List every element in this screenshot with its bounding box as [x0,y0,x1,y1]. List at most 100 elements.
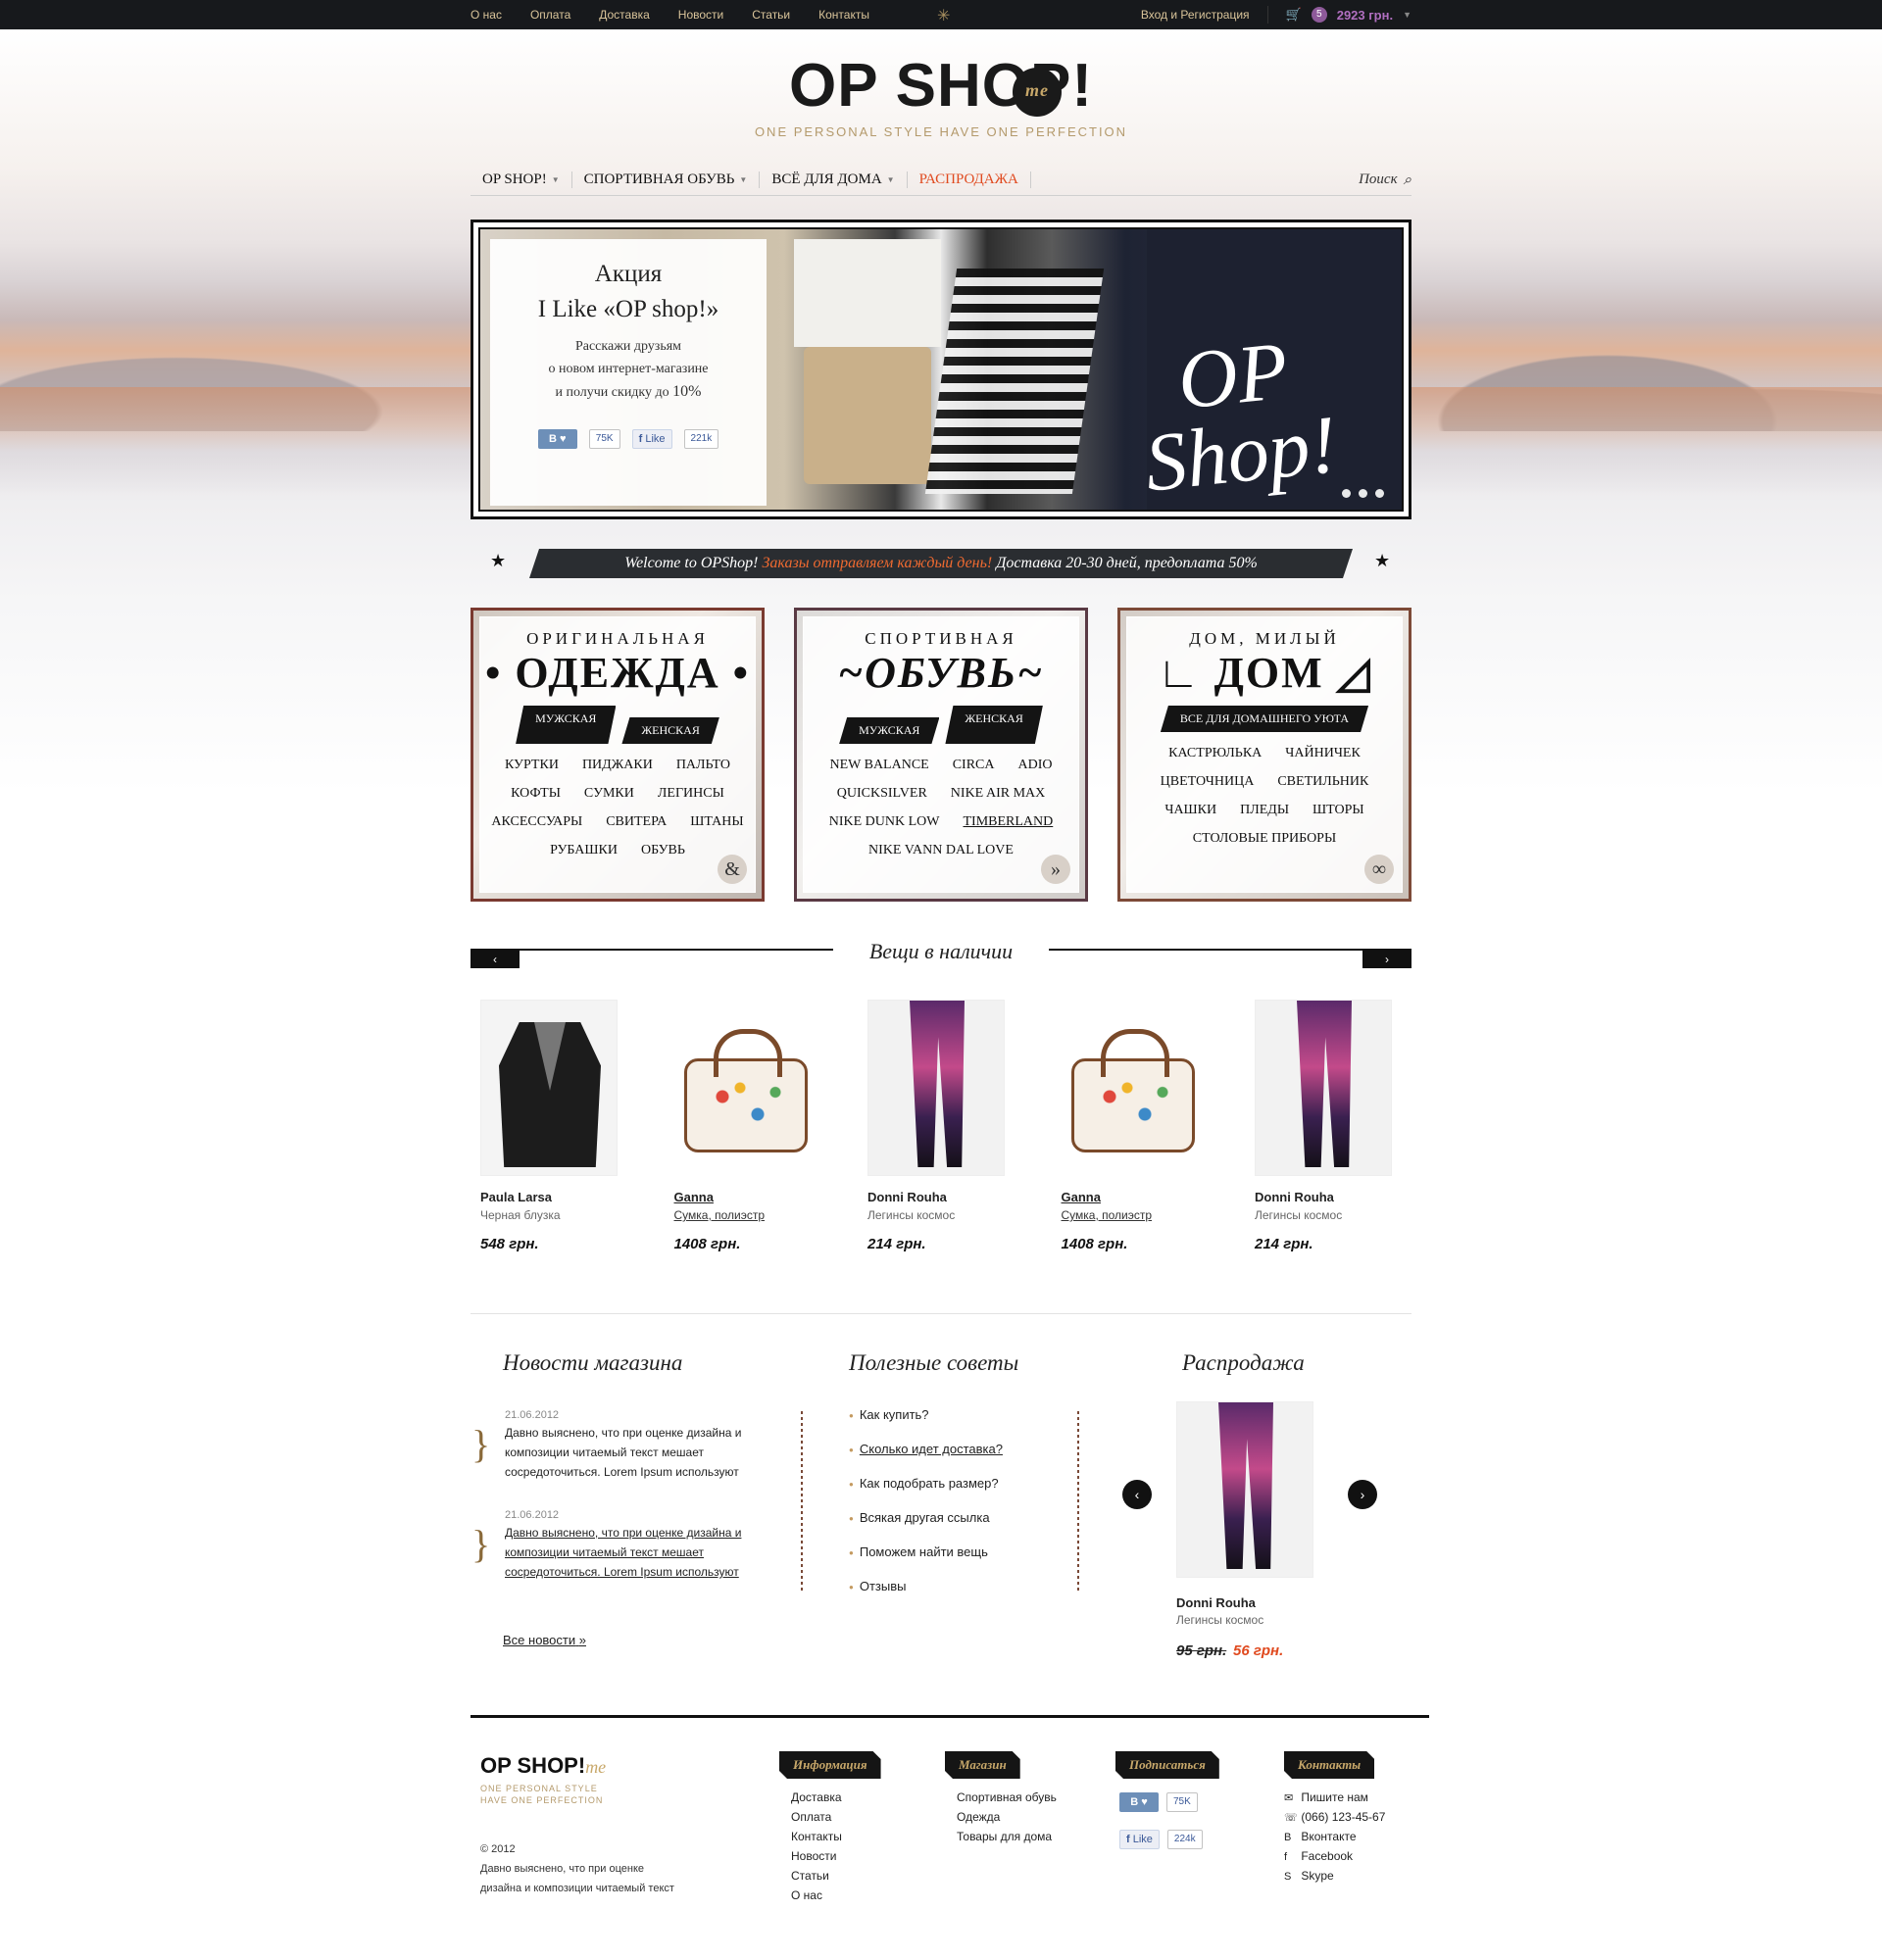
top-nav-articles[interactable]: Статьи [752,8,790,22]
category-link[interactable]: TIMBERLAND [963,814,1053,830]
site-logo[interactable]: OP SHOP! me ONE PERSONAL STYLE HAVE ONE … [0,51,1882,139]
banner-dot[interactable] [1375,489,1384,498]
category-card-shoes[interactable]: СПОРТИВНАЯ ~ОБУВЬ~ МУЖСКАЯ ЖЕНСКАЯ NEW B… [794,608,1088,902]
category-link[interactable]: ОБУВЬ [641,843,685,858]
tag-home-comfort[interactable]: ВСЕ ДЛЯ ДОМАШНЕГО УЮТА [1161,706,1368,732]
search-link[interactable]: Поиск ⌕ [1359,172,1412,189]
product-name[interactable]: Paula Larsa [480,1190,637,1204]
footer-link[interactable]: Доставка [791,1790,881,1810]
category-card-clothes[interactable]: ОРИГИНАЛЬНАЯ • ОДЕЖДА • МУЖСКАЯ ЖЕНСКАЯ … [470,608,765,902]
product-name[interactable]: Ganna [674,1190,831,1204]
contact-facebook[interactable]: f Facebook [1284,1849,1385,1869]
top-nav-payment[interactable]: Оплата [530,8,570,22]
category-link[interactable]: ЦВЕТОЧНИЦА [1161,774,1255,790]
category-link[interactable]: ЛЕГИНСЫ [658,786,724,802]
tip-link[interactable]: Поможем найти вещь [849,1544,1003,1579]
tag-men[interactable]: МУЖСКАЯ [516,706,616,744]
category-link[interactable]: NEW BALANCE [829,758,928,773]
top-nav-contacts[interactable]: Контакты [818,8,869,22]
promo-banner[interactable]: Акция I Like «OP shop!» Расскажи друзьям … [470,220,1412,519]
product-card[interactable]: Ganna Сумка, полиэстр 1408 грн. [665,1000,831,1264]
sale-prev-arrow-button[interactable]: ‹ [1122,1480,1152,1509]
vk-like-button[interactable]: В ♥ [1119,1792,1159,1812]
tip-link[interactable]: Как подобрать размер? [849,1476,1003,1510]
tag-women[interactable]: ЖЕНСКАЯ [621,717,718,744]
banner-dot[interactable] [1359,489,1367,498]
contact-email[interactable]: ✉ Пишите нам [1284,1790,1385,1810]
fb-like-button[interactable]: f Like [631,429,672,449]
banner-dot[interactable] [1342,489,1351,498]
category-link[interactable]: ПАЛЬТО [676,758,730,773]
category-link[interactable]: КУРТКИ [505,758,559,773]
category-link[interactable]: РУБАШКИ [550,843,618,858]
footer-link[interactable]: Одежда [957,1810,1057,1830]
category-link[interactable]: ПЛЕДЫ [1240,803,1289,818]
top-nav-delivery[interactable]: Доставка [599,8,650,22]
category-link[interactable]: ЧАШКИ [1164,803,1216,818]
nav-item-sale[interactable]: РАСПРОДАЖА [908,172,1031,188]
footer-link[interactable]: О нас [791,1888,881,1908]
category-link[interactable]: СВЕТИЛЬНИК [1277,774,1368,790]
sale-product-image[interactable] [1176,1401,1313,1578]
product-name[interactable]: Donni Rouha [867,1190,1024,1204]
ampersand-icon[interactable]: & [718,855,747,884]
product-image[interactable] [1061,1000,1199,1176]
fb-like-button[interactable]: f Like [1119,1830,1160,1849]
category-link[interactable]: NIKE AIR MAX [951,786,1045,802]
product-image[interactable] [867,1000,1005,1176]
top-nav-news[interactable]: Новости [678,8,723,22]
top-nav-about[interactable]: О нас [470,8,502,22]
category-link[interactable]: СВИТЕРА [606,814,667,830]
tip-link[interactable]: Всякая другая ссылка [849,1510,1003,1544]
all-news-link[interactable]: Все новости » [503,1633,586,1647]
login-register-link[interactable]: Вход и Регистрация [1141,8,1250,22]
tip-link[interactable]: Отзывы [849,1579,1003,1613]
category-card-home[interactable]: ДОМ, МИЛЫЙ ∟ ДОМ ◿ ВСЕ ДЛЯ ДОМАШНЕГО УЮТ… [1117,608,1412,902]
category-link[interactable]: NIKE DUNK LOW [829,814,940,830]
category-link[interactable]: ШТАНЫ [690,814,743,830]
product-image[interactable] [673,1000,812,1176]
category-link[interactable]: NIKE VANN DAL LOVE [868,843,1014,858]
news-text[interactable]: Давно выяснено, что при оценке дизайна и… [505,1523,769,1582]
tip-link[interactable]: Как купить? [849,1407,1003,1442]
tag-men[interactable]: МУЖСКАЯ [839,717,939,744]
category-link[interactable]: АКСЕССУАРЫ [491,814,582,830]
cart-icon[interactable]: 🛒 [1286,7,1302,23]
category-link[interactable]: ADIO [1018,758,1053,773]
footer-link[interactable]: Статьи [791,1869,881,1888]
contact-phone[interactable]: ☏ (066) 123-45-67 [1284,1810,1385,1830]
category-link[interactable]: CIRCA [953,758,995,773]
category-link[interactable]: КАСТРЮЛЬКА [1168,746,1262,761]
footer-link[interactable]: Оплата [791,1810,881,1830]
nav-item-home[interactable]: ВСЁ ДЛЯ ДОМА ▼ [760,172,908,188]
category-link[interactable]: QUICKSILVER [837,786,927,802]
product-name[interactable]: Donni Rouha [1255,1190,1412,1204]
news-item[interactable]: } 21.06.2012 Давно выяснено, что при оце… [471,1409,769,1482]
tip-link[interactable]: Сколько идет доставка? [849,1442,1003,1476]
footer-link[interactable]: Новости [791,1849,881,1869]
product-image[interactable] [1255,1000,1392,1176]
nav-item-sport-shoes[interactable]: СПОРТИВНАЯ ОБУВЬ ▼ [572,172,761,188]
contact-vk[interactable]: B Вконтакте [1284,1830,1385,1849]
product-desc[interactable]: Сумка, полиэстр [1062,1208,1218,1222]
category-link[interactable]: КОФТЫ [511,786,561,802]
vk-like-button[interactable]: В ♥ [537,429,577,449]
footer-link[interactable]: Контакты [791,1830,881,1849]
contact-skype[interactable]: S Skype [1284,1869,1385,1888]
category-link[interactable]: СТОЛОВЫЕ ПРИБОРЫ [1193,831,1336,847]
nav-item-opshop[interactable]: OP SHOP! ▼ [470,172,572,188]
footer-link[interactable]: Спортивная обувь [957,1790,1057,1810]
product-card[interactable]: Paula Larsa Черная блузка 548 грн. [470,1000,637,1264]
news-item[interactable]: } 21.06.2012 Давно выяснено, что при оце… [471,1509,769,1582]
category-link[interactable]: ШТОРЫ [1312,803,1364,818]
category-link[interactable]: ПИДЖАКИ [582,758,653,773]
product-image[interactable] [480,1000,618,1176]
product-card[interactable]: Donni Rouha Легинсы космос 214 грн. [858,1000,1024,1264]
product-desc[interactable]: Сумка, полиэстр [674,1208,831,1222]
sale-next-arrow-button[interactable]: › [1348,1480,1377,1509]
footer-logo[interactable]: OP SHOP!me [480,1753,606,1779]
product-name[interactable]: Ganna [1062,1190,1218,1204]
category-link[interactable]: СУМКИ [584,786,634,802]
cart-chevron-down-icon[interactable]: ▼ [1403,10,1412,20]
footer-link[interactable]: Товары для дома [957,1830,1057,1849]
